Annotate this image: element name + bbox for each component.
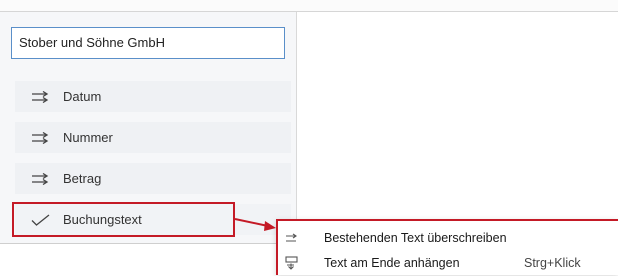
menu-item-overwrite[interactable]: Bestehenden Text überschreiben xyxy=(278,225,618,251)
menu-item-shortcut: Strg+Klick xyxy=(524,256,581,270)
menu-item-append[interactable]: Text am Ende anhängen Strg+Klick xyxy=(278,250,618,276)
replace-text-icon xyxy=(284,225,300,251)
menu-item-label: Bestehenden Text überschreiben xyxy=(324,231,507,245)
menu-item-label: Text am Ende anhängen xyxy=(324,256,460,270)
context-menu: Bestehenden Text überschreiben Text am E… xyxy=(276,219,618,275)
append-text-icon xyxy=(284,250,300,276)
